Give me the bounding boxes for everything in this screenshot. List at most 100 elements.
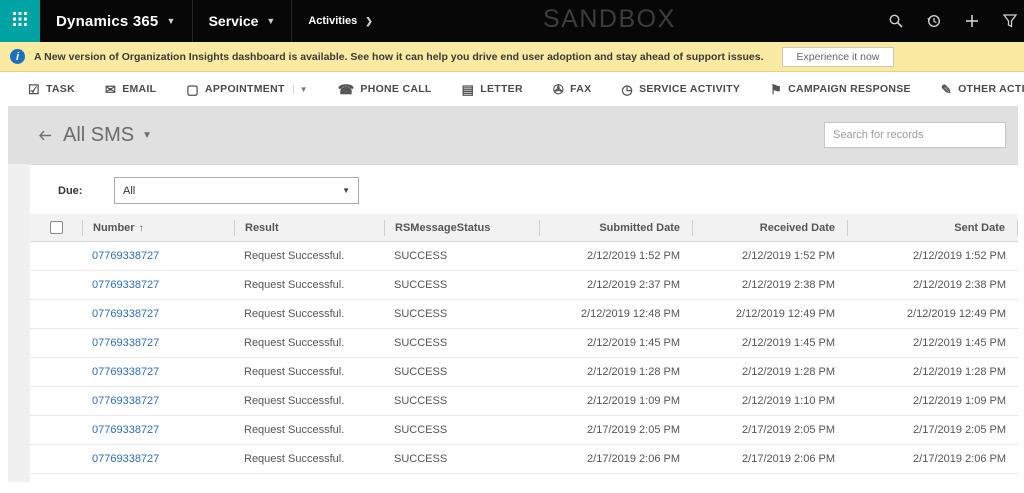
table-row[interactable]: 07769338727Request Successful.SUCCESS2/1… <box>30 329 1018 358</box>
column-header-number[interactable]: Number ↑ <box>82 220 234 236</box>
cell-value: 2/17/2019 2:05 PM <box>742 424 835 436</box>
breadcrumb[interactable]: Activities ❯ <box>292 0 388 42</box>
experience-it-now-button[interactable]: Experience it now <box>782 47 895 67</box>
cell-value: Request Successful. <box>244 279 344 291</box>
sort-ascending-icon: ↑ <box>139 223 144 234</box>
record-link[interactable]: 07769338727 <box>92 337 159 349</box>
toolbar-item-label: TASK <box>46 83 75 95</box>
table-row[interactable]: 07769338727 Request Successful. SUCCESS 2/1… <box>30 271 1018 300</box>
cell-value: 2/12/2019 2:38 PM <box>742 279 835 291</box>
column-header-received-date[interactable]: Received Date <box>692 220 847 236</box>
cell-value: Request Successful. <box>244 250 344 262</box>
column-header-label: Number <box>93 222 135 234</box>
toolbar-item-appointment[interactable]: ▢ APPOINTMENT ▼ <box>186 83 308 96</box>
column-header-sent-date[interactable]: Sent Date <box>847 220 1018 236</box>
cell-value: 2/12/2019 1:52 PM <box>742 250 835 262</box>
toolbar-item-campaign-response[interactable]: ⚑ CAMPAIGN RESPONSE <box>770 83 911 96</box>
cell-sent-date: 2/12/2019 1:09 PM <box>847 395 1018 407</box>
cell-value: 2/17/2019 2:05 PM <box>587 424 680 436</box>
table-header-row: Number ↑ ResultRSMessageStatusSubmitted Da… <box>30 214 1018 242</box>
filter-icon[interactable] <box>1002 13 1018 29</box>
view-selector-caret-icon[interactable]: ▼ <box>142 130 152 141</box>
toolbar-item-label: CAMPAIGN RESPONSE <box>788 83 911 95</box>
appointment-icon: ▢ <box>186 83 199 96</box>
table-row[interactable]: 07769338727Request Successful.SUCCESS2/1… <box>30 416 1018 445</box>
back-arrow-icon[interactable] <box>38 130 53 141</box>
column-header-rsmessagestatus[interactable]: RSMessageStatus <box>384 220 539 236</box>
notification-bar: i A New version of Organization Insights… <box>0 42 1024 72</box>
table-row[interactable]: 07769338727Request Successful.SUCCESS2/1… <box>30 358 1018 387</box>
cell-value: 2/12/2019 12:48 PM <box>581 308 680 320</box>
records-grid: Number ↑ ResultRSMessageStatusSubmitted Da… <box>30 214 1018 482</box>
search-records-input[interactable] <box>824 122 1006 148</box>
cell-value: 2/17/2019 2:06 PM <box>742 453 835 465</box>
select-all-checkbox[interactable] <box>50 221 63 234</box>
cell-result: Request Successful. <box>234 366 384 378</box>
due-filter-row: Due: All ▼ <box>30 165 1018 214</box>
app-launcher-button[interactable] <box>0 0 40 42</box>
workspace: All SMS ▼ Due: All ▼ Number↑ResultRSM <box>8 106 1018 482</box>
cell-value: 2/17/2019 2:05 PM <box>913 424 1006 436</box>
cell-value: SUCCESS <box>394 279 447 291</box>
cell-value: 2/12/2019 1:45 PM <box>587 337 680 349</box>
due-filter-label: Due: <box>58 185 114 197</box>
toolbar-item-service-activity[interactable]: ◷ SERVICE ACTIVITY <box>621 83 740 96</box>
recent-history-icon[interactable] <box>926 13 942 29</box>
search-icon[interactable] <box>888 13 904 29</box>
create-new-plus-icon[interactable] <box>964 13 980 29</box>
cell-value: SUCCESS <box>394 453 447 465</box>
record-link[interactable]: 07769338727 <box>92 250 159 262</box>
cell-rsmessagestatus: SUCCESS <box>384 250 539 262</box>
record-link[interactable]: 07769338727 <box>92 424 159 436</box>
campaign-response-icon: ⚑ <box>770 83 782 96</box>
product-menu[interactable]: Dynamics 365 ▼ <box>40 0 193 42</box>
phone-icon: ☎ <box>338 83 355 96</box>
record-link[interactable]: 07769338727 <box>92 395 159 407</box>
cell-value: Request Successful. <box>244 424 344 436</box>
record-link[interactable]: 07769338727 <box>92 366 159 378</box>
cell-number: 07769338727 <box>82 395 234 407</box>
toolbar-item-letter[interactable]: ▤ LETTER <box>462 83 523 96</box>
record-link[interactable]: 07769338727 <box>92 308 159 320</box>
cell-value: 2/12/2019 2:38 PM <box>913 279 1006 291</box>
select-caret-icon: ▼ <box>342 186 350 195</box>
toolbar-item-fax[interactable]: ✇ FAX <box>553 83 592 96</box>
record-link[interactable]: 07769338727 <box>92 453 159 465</box>
view-title[interactable]: All SMS <box>63 124 134 147</box>
column-header-submitted-date[interactable]: Submitted Date <box>539 220 692 236</box>
service-activity-icon: ◷ <box>621 83 633 96</box>
due-filter-select[interactable]: All ▼ <box>114 177 359 204</box>
toolbar-item-other-activities[interactable]: ✎ OTHER ACTIVITIES ▼ <box>941 83 1024 96</box>
toolbar-item-label: EMAIL <box>122 83 156 95</box>
cell-value: 2/12/2019 1:52 PM <box>587 250 680 262</box>
toolbar-item-task[interactable]: ☑ TASK <box>28 83 75 96</box>
cell-rsmessagestatus: SUCCESS <box>384 308 539 320</box>
toolbar-item-label: LETTER <box>480 83 523 95</box>
toolbar-item-email[interactable]: ✉ EMAIL <box>105 83 156 96</box>
toolbar-item-label: PHONE CALL <box>360 83 431 95</box>
cell-received-date: 2/12/2019 12:49 PM <box>692 308 847 320</box>
table-row[interactable]: 07769338727 Request Successful. SUCCESS 2/1… <box>30 242 1018 271</box>
cell-submitted-date: 2/17/2019 2:06 PM <box>539 453 692 465</box>
column-header-result[interactable]: Result <box>234 220 384 236</box>
cell-result: Request Successful. <box>234 424 384 436</box>
chevron-down-icon: ▼ <box>266 16 275 26</box>
record-link[interactable]: 07769338727 <box>92 279 159 291</box>
cell-result: Request Successful. <box>234 279 384 291</box>
cell-number: 07769338727 <box>82 250 234 262</box>
chevron-right-icon: ❯ <box>365 16 373 27</box>
cell-value: 2/12/2019 1:28 PM <box>913 366 1006 378</box>
table-row[interactable]: 07769338727Request Successful.SUCCESS2/1… <box>30 445 1018 474</box>
module-menu[interactable]: Service ▼ <box>193 0 293 42</box>
grid-card: Due: All ▼ Number↑ResultRSMessageStatusS… <box>30 164 1018 482</box>
breadcrumb-label: Activities <box>308 15 357 27</box>
cell-value: Request Successful. <box>244 308 344 320</box>
cell-rsmessagestatus: SUCCESS <box>384 279 539 291</box>
toolbar-item-label: FAX <box>570 83 591 95</box>
table-row[interactable]: 07769338727 Request Successful. SUCCESS 2/1… <box>30 300 1018 329</box>
left-rail <box>8 164 30 482</box>
toolbar-item-phone-call[interactable]: ☎ PHONE CALL <box>338 83 432 96</box>
table-row[interactable]: 07769338727Request Successful.SUCCESS2/1… <box>30 387 1018 416</box>
cell-value: Request Successful. <box>244 337 344 349</box>
cell-value: 2/12/2019 1:09 PM <box>913 395 1006 407</box>
